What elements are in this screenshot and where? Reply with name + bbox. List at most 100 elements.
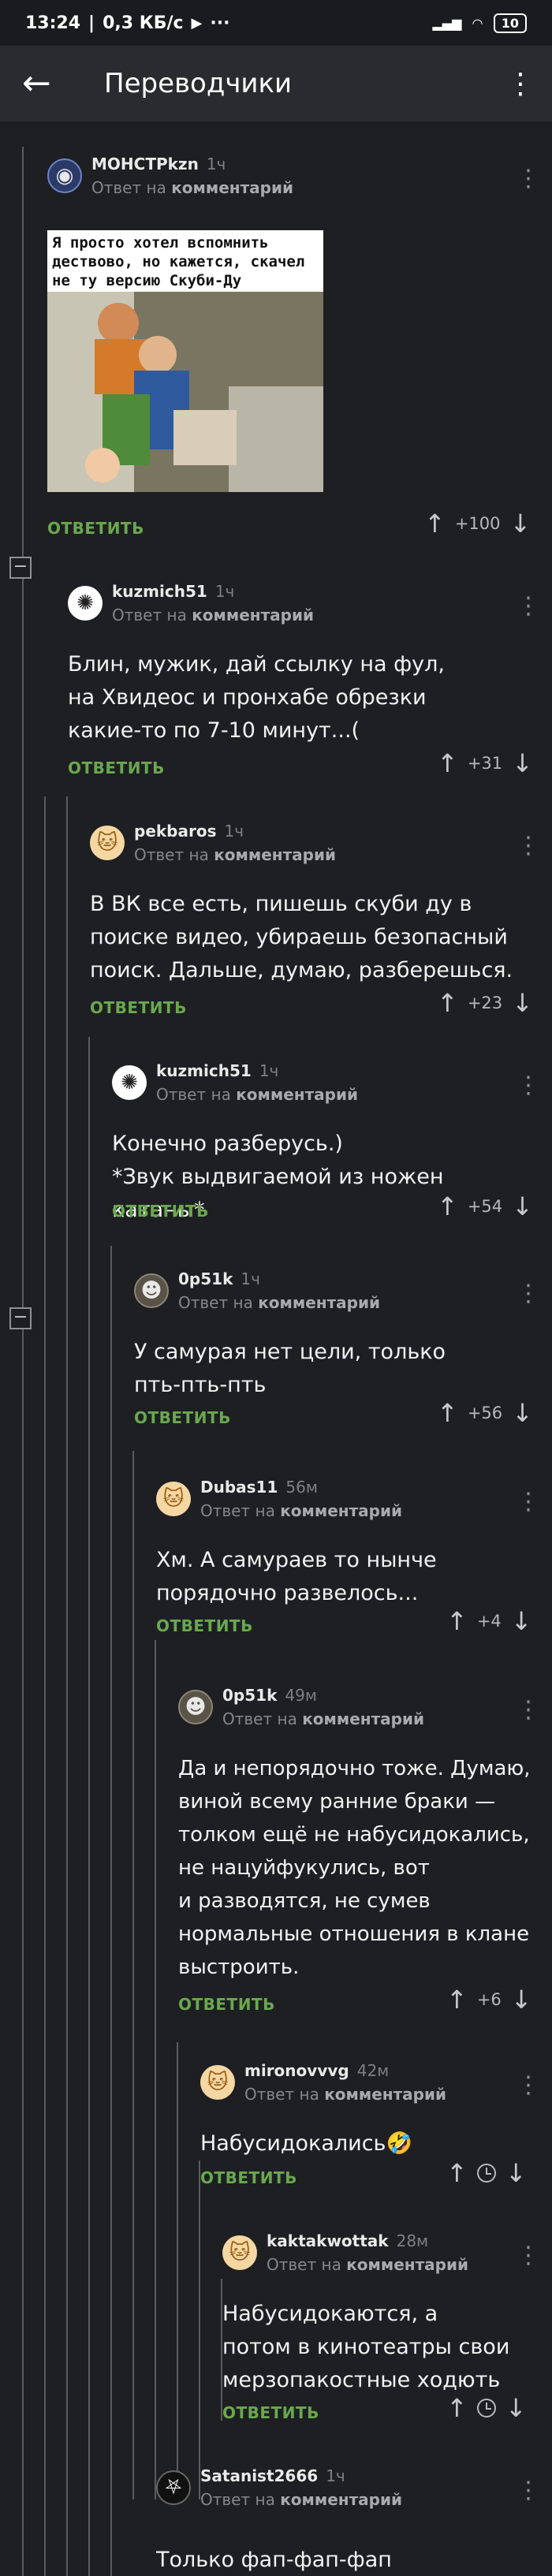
comment-time: 28м (396, 2231, 429, 2250)
reply-to-link[interactable]: комментарий (214, 845, 336, 864)
username[interactable]: kuzmich51 (112, 582, 207, 601)
avatar[interactable]: 🐱 (156, 1482, 191, 1516)
comment-actions: ОТВЕТИТЬ (134, 1402, 231, 1433)
avatar[interactable]: 🐱 (90, 826, 125, 860)
back-arrow-icon[interactable]: ← (22, 66, 77, 101)
downvote-icon[interactable]: ↓ (505, 2160, 527, 2186)
comment-more-icon[interactable]: ⋮ (517, 595, 540, 618)
username[interactable]: kuzmich51 (156, 1061, 252, 1080)
reply-to-link[interactable]: комментарий (324, 2085, 446, 2104)
clock-icon (476, 2164, 496, 2183)
reply-to-link[interactable]: комментарий (280, 1501, 402, 1520)
comment-more-icon[interactable]: ⋮ (517, 1282, 540, 1306)
downvote-icon[interactable]: ↓ (512, 1400, 533, 1426)
downvote-icon[interactable]: ↓ (511, 1987, 532, 2012)
downvote-icon[interactable]: ↓ (505, 2395, 527, 2421)
username[interactable]: 0p51k (178, 1269, 233, 1288)
username[interactable]: pekbaros (134, 822, 217, 841)
upvote-icon[interactable]: ↑ (424, 511, 446, 536)
reply-to-link[interactable]: комментарий (192, 606, 314, 624)
downvote-icon[interactable]: ↓ (512, 990, 533, 1016)
rating: +31 (467, 754, 503, 773)
comment-text: Набусидокаются, а потом в кинотеатры сво… (222, 2302, 510, 2392)
upvote-icon[interactable]: ↑ (437, 1400, 458, 1426)
reply-button[interactable]: ОТВЕТИТЬ (134, 1408, 231, 1427)
rating: +23 (467, 993, 503, 1012)
avatar[interactable]: ◉ (47, 158, 82, 193)
upvote-icon[interactable]: ↑ (446, 1987, 468, 2012)
avatar[interactable]: 🐱 (200, 2065, 235, 2100)
upvote-icon[interactable]: ↑ (437, 990, 458, 1016)
overflow-menu-icon[interactable]: ⋮ (506, 68, 535, 100)
vote-controls: ↑ +31 ↓ (437, 751, 533, 776)
reply-button[interactable]: ОТВЕТИТЬ (178, 1995, 275, 2014)
upvote-icon[interactable]: ↑ (437, 751, 458, 776)
collapse-thread-button[interactable]: − (9, 1307, 32, 1329)
comment-text: У самурая нет цели, только пть-пть-пть (134, 1340, 446, 1397)
comment-meta: Dubas11 56м Ответ на комментарий (200, 1478, 402, 1520)
vote-controls: ↑ +4 ↓ (446, 1609, 532, 1634)
upvote-icon[interactable]: ↑ (437, 1194, 458, 1219)
reply-button[interactable]: ОТВЕТИТЬ (156, 1616, 253, 1635)
upvote-icon[interactable]: ↑ (446, 2395, 468, 2421)
reply-button[interactable]: ОТВЕТИТЬ (90, 998, 187, 1017)
comment: 🐱 Dubas11 56м Ответ на комментарий ⋮ Хм. … (156, 1478, 540, 1651)
reply-to-link[interactable]: комментарий (346, 2255, 468, 2274)
avatar[interactable]: ✺ (112, 1065, 147, 1100)
username[interactable]: Dubas11 (200, 1478, 278, 1497)
rating: +100 (454, 514, 501, 533)
reply-to: Ответ на комментарий (200, 1501, 402, 1520)
collapse-thread-button[interactable]: − (9, 557, 32, 579)
username[interactable]: Satanist2666 (200, 2466, 318, 2485)
downvote-icon[interactable]: ↓ (512, 1194, 533, 1219)
username[interactable]: mironovvvg (244, 2061, 349, 2080)
avatar[interactable]: ⛧ (156, 2470, 191, 2505)
reply-to-prefix: Ответ на (91, 178, 166, 197)
comment-more-icon[interactable]: ⋮ (517, 167, 540, 191)
rating: +54 (467, 1197, 503, 1216)
comment-more-icon[interactable]: ⋮ (517, 1698, 540, 1722)
thread-line (88, 1037, 90, 2576)
comment: 🐱 pekbaros 1ч Ответ на комментарий ⋮ В ВК… (90, 822, 540, 1027)
downvote-icon[interactable]: ↓ (512, 751, 533, 776)
comment-header: ✺ kuzmich51 1ч Ответ на комментарий (68, 582, 314, 624)
comment-more-icon[interactable]: ⋮ (517, 2074, 540, 2097)
avatar[interactable]: ☻ (134, 1273, 169, 1308)
reply-to-link[interactable]: комментарий (236, 1085, 358, 1104)
reply-button[interactable]: ОТВЕТИТЬ (200, 2168, 297, 2187)
downvote-icon[interactable]: ↓ (511, 1609, 532, 1634)
comment-image[interactable]: Я просто хотел вспомнить дествово, но ка… (47, 230, 323, 492)
avatar[interactable]: ☻ (178, 1690, 213, 1724)
username[interactable]: МОНСТРkzn (91, 155, 199, 173)
reply-button[interactable]: ОТВЕТИТЬ (68, 759, 165, 777)
reply-button[interactable]: ОТВЕТИТЬ (112, 1202, 209, 1221)
comment-text: Набусидокались🤣 (200, 2131, 413, 2156)
reply-to: Ответ на комментарий (91, 178, 293, 197)
thread-line (177, 2042, 178, 2500)
reply-button[interactable]: ОТВЕТИТЬ (222, 2403, 319, 2422)
comment-actions: ОТВЕТИТЬ (222, 2397, 319, 2429)
downvote-icon[interactable]: ↓ (510, 511, 531, 536)
reply-to-link[interactable]: комментарий (280, 2490, 402, 2509)
comment-time: 56м (285, 1478, 318, 1497)
comment-header: 🐱 pekbaros 1ч Ответ на комментарий (90, 822, 336, 864)
comment-header: 🐱 mironovvvg 42м Ответ на комментарий (200, 2061, 446, 2104)
comment-more-icon[interactable]: ⋮ (517, 1490, 540, 1514)
avatar[interactable]: 🐱 (222, 2235, 257, 2270)
status-time: 13:24 (25, 13, 81, 33)
username[interactable]: 0p51k (222, 1686, 277, 1705)
comment-more-icon[interactable]: ⋮ (517, 834, 540, 858)
comment-more-icon[interactable]: ⋮ (517, 2479, 536, 2503)
comment-more-icon[interactable]: ⋮ (517, 2244, 540, 2268)
vote-controls: ↑ +100 ↓ (424, 511, 531, 536)
avatar[interactable]: ✺ (68, 586, 103, 621)
reply-to-link[interactable]: комментарий (302, 1709, 424, 1728)
comment-more-icon[interactable]: ⋮ (517, 1074, 540, 1098)
upvote-icon[interactable]: ↑ (446, 1609, 468, 1634)
username[interactable]: kaktakwottak (267, 2231, 389, 2250)
vote-controls: ↑ ↓ (446, 2395, 527, 2421)
upvote-icon[interactable]: ↑ (446, 2160, 468, 2186)
reply-to-link[interactable]: комментарий (258, 1293, 380, 1312)
reply-button[interactable]: ОТВЕТИТЬ (47, 519, 144, 538)
reply-to-link[interactable]: комментарий (171, 178, 293, 197)
